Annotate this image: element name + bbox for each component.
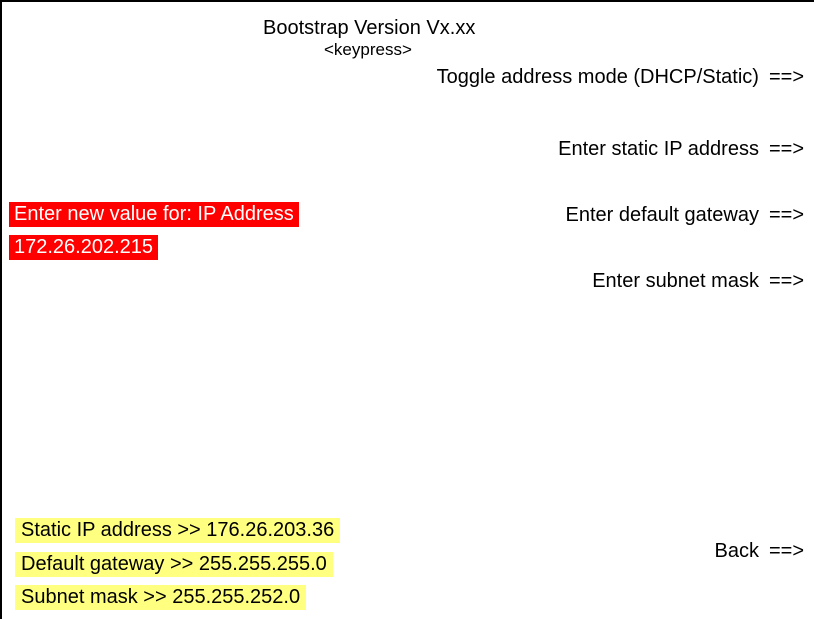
ip-address-input[interactable]: 172.26.202.215 bbox=[9, 235, 159, 260]
subnet-mask-status: Subnet mask >> 255.255.252.0 bbox=[15, 585, 307, 610]
default-gateway-status: Default gateway >> 255.255.255.0 bbox=[15, 552, 333, 577]
screen-title: Bootstrap Version Vx.xx bbox=[263, 17, 476, 39]
softkey-label: Enter subnet mask bbox=[592, 270, 759, 292]
keypress-hint: <keypress> bbox=[324, 40, 412, 59]
softkey-label: Toggle address mode (DHCP/Static) bbox=[436, 66, 759, 88]
input-prompt-label: Enter new value for: IP Address bbox=[9, 202, 299, 227]
softkey-arrow-icon: ==> bbox=[768, 204, 804, 226]
softkey-label: Enter default gateway bbox=[565, 204, 759, 226]
softkey-label: Enter static IP address bbox=[558, 138, 759, 160]
bootstrap-screen: Bootstrap Version Vx.xx <keypress> Toggl… bbox=[2, 2, 814, 619]
toggle-address-mode-softkey[interactable]: Toggle address mode (DHCP/Static) ==> bbox=[437, 66, 804, 89]
static-ip-status: Static IP address >> 176.26.203.36 bbox=[15, 518, 341, 543]
softkey-arrow-icon: ==> bbox=[768, 138, 804, 160]
enter-subnet-mask-softkey[interactable]: Enter subnet mask ==> bbox=[592, 270, 804, 293]
softkey-arrow-icon: ==> bbox=[768, 270, 804, 292]
enter-default-gateway-softkey[interactable]: Enter default gateway ==> bbox=[565, 204, 804, 227]
softkey-label: Back bbox=[714, 540, 759, 562]
softkey-arrow-icon: ==> bbox=[768, 540, 804, 562]
softkey-arrow-icon: ==> bbox=[768, 66, 804, 88]
enter-static-ip-softkey[interactable]: Enter static IP address ==> bbox=[558, 138, 804, 161]
back-softkey[interactable]: Back ==> bbox=[714, 540, 804, 563]
